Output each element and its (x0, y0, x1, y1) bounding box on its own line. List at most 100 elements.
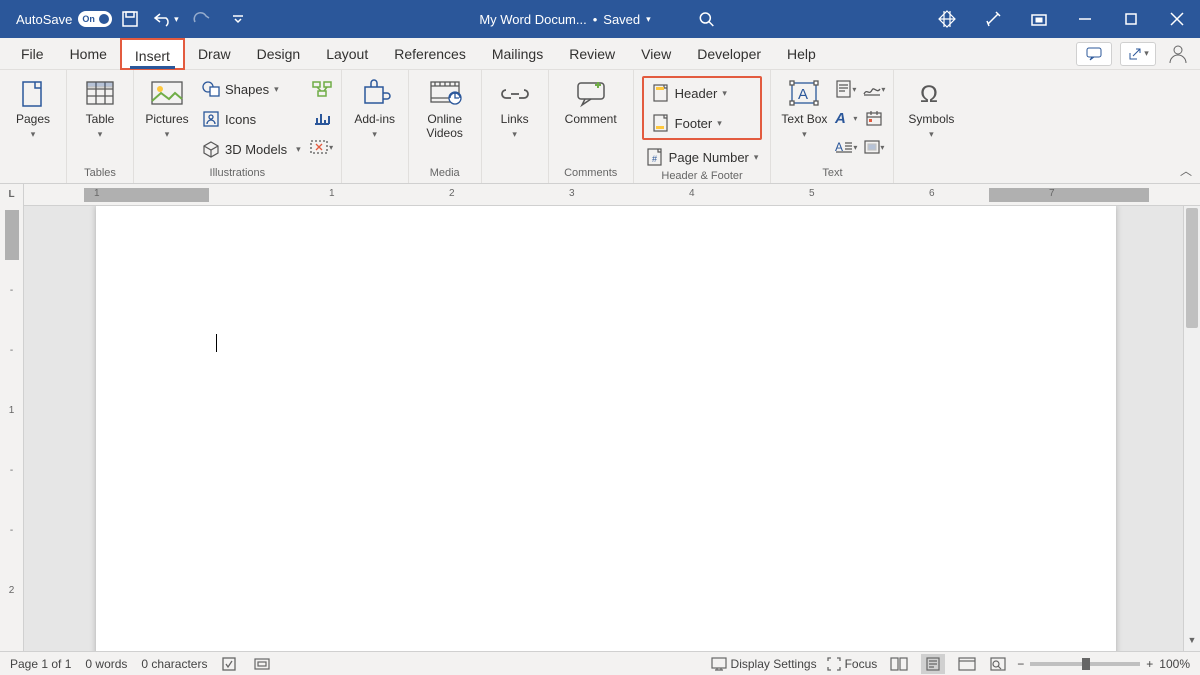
zoom-slider[interactable] (1030, 662, 1140, 666)
group-illustrations: Pictures▾ Shapes▾ Icons 3D Models▾ (134, 70, 342, 183)
spellcheck-icon[interactable] (221, 655, 239, 673)
minimize-button[interactable] (1062, 0, 1108, 38)
shapes-button[interactable]: Shapes▾ (198, 76, 305, 102)
redo-icon[interactable] (188, 5, 216, 33)
svg-text:A: A (834, 110, 846, 127)
scrollbar-thumb[interactable] (1186, 208, 1198, 328)
signature-line-button[interactable]: ▾ (863, 78, 885, 100)
group-header-footer: Header▾ Footer▾ # Page Number▾ Header & … (634, 70, 772, 183)
undo-icon[interactable]: ▾ (152, 5, 180, 33)
accessibility-icon[interactable] (253, 655, 271, 673)
group-media: Online Videos Media (409, 70, 482, 183)
status-chars[interactable]: 0 characters (141, 657, 207, 671)
read-mode-button[interactable] (887, 654, 911, 674)
group-media-label: Media (417, 167, 473, 183)
close-button[interactable] (1154, 0, 1200, 38)
footer-button[interactable]: Footer▾ (648, 110, 757, 136)
symbols-button[interactable]: Ω Symbols▾ (902, 74, 960, 167)
document-scroll-area[interactable] (24, 206, 1183, 651)
page-number-button[interactable]: # Page Number▾ (642, 144, 763, 170)
share-button[interactable]: ▾ (1120, 42, 1156, 66)
tab-mailings[interactable]: Mailings (479, 38, 556, 70)
3d-models-icon (202, 140, 220, 158)
group-text: A Text Box ▾ ▾ A▾ A▾ ▾ ▾ Text (771, 70, 894, 183)
svg-text:A: A (798, 86, 808, 103)
ruler-vertical[interactable]: - - 1 - - 2 (0, 206, 24, 651)
tab-layout[interactable]: Layout (313, 38, 381, 70)
pages-button[interactable]: Pages▾ (8, 74, 58, 167)
search-icon[interactable] (697, 9, 717, 29)
autosave-control[interactable]: AutoSave On (16, 11, 112, 27)
group-comments: Comment Comments (549, 70, 634, 183)
diamond-icon[interactable] (924, 0, 970, 38)
autosave-toggle[interactable]: On (78, 11, 112, 27)
symbols-icon: Ω (915, 78, 947, 110)
3d-models-button[interactable]: 3D Models▾ (198, 136, 305, 162)
text-box-icon: A (788, 78, 820, 110)
account-icon[interactable] (1164, 40, 1192, 68)
maximize-button[interactable] (1108, 0, 1154, 38)
addins-button[interactable]: Add-ins▾ (350, 74, 400, 167)
web-layout-button[interactable] (955, 654, 979, 674)
text-cursor (216, 334, 217, 352)
document-area: - - 1 - - 2 ▲ ▼ (0, 206, 1200, 651)
links-button[interactable]: Links▾ (490, 74, 540, 167)
scroll-down-arrow[interactable]: ▼ (1184, 635, 1200, 651)
chart-button[interactable] (311, 107, 333, 129)
status-words[interactable]: 0 words (85, 657, 127, 671)
zoom-dialog-icon[interactable] (989, 655, 1007, 673)
shapes-icon (202, 80, 220, 98)
tab-view[interactable]: View (628, 38, 684, 70)
icons-button[interactable]: Icons (198, 106, 305, 132)
qat-customize-icon[interactable] (224, 5, 252, 33)
tab-developer[interactable]: Developer (684, 38, 774, 70)
links-icon (499, 78, 531, 110)
tab-home[interactable]: Home (57, 38, 120, 70)
pictures-button[interactable]: Pictures▾ (142, 74, 192, 167)
ruler-horizontal[interactable]: L 1 1 2 3 4 5 6 7 (0, 184, 1200, 206)
tab-draw[interactable]: Draw (185, 38, 244, 70)
smartart-button[interactable] (311, 78, 333, 100)
group-addins: Add-ins▾ (342, 70, 409, 183)
tab-insert[interactable]: Insert (120, 38, 185, 70)
date-time-button[interactable] (863, 107, 885, 129)
comments-pane-button[interactable] (1076, 42, 1112, 66)
zoom-in-button[interactable]: + (1146, 657, 1153, 671)
group-illustrations-label: Illustrations (142, 167, 333, 183)
zoom-out-button[interactable]: − (1017, 657, 1024, 671)
text-box-button[interactable]: A Text Box ▾ (779, 74, 829, 167)
zoom-control: − + 100% (1017, 657, 1190, 671)
object-button[interactable]: ▾ (863, 136, 885, 158)
group-pages: Pages▾ (0, 70, 67, 183)
save-icon[interactable] (116, 5, 144, 33)
display-settings-button[interactable]: Display Settings (711, 657, 817, 671)
pen-icon[interactable] (970, 0, 1016, 38)
saved-state[interactable]: Saved (603, 12, 640, 27)
comment-button[interactable]: Comment (557, 74, 625, 167)
screenshot-button[interactable]: ▾ (311, 136, 333, 158)
collapse-ribbon-button[interactable]: ︿ (1180, 162, 1192, 179)
drop-cap-button[interactable]: A▾ (835, 136, 857, 158)
status-page[interactable]: Page 1 of 1 (10, 657, 71, 671)
tab-design[interactable]: Design (244, 38, 314, 70)
zoom-level[interactable]: 100% (1159, 657, 1190, 671)
header-button[interactable]: Header▾ (648, 80, 757, 106)
quick-parts-button[interactable]: ▾ (835, 78, 857, 100)
group-tables: Table▾ Tables (67, 70, 134, 183)
tab-review[interactable]: Review (556, 38, 628, 70)
vertical-scrollbar[interactable]: ▲ ▼ (1183, 206, 1200, 651)
wordart-button[interactable]: A▾ (835, 107, 857, 129)
focus-mode-button[interactable]: Focus (827, 657, 878, 671)
table-button[interactable]: Table▾ (75, 74, 125, 167)
status-bar: Page 1 of 1 0 words 0 characters Display… (0, 651, 1200, 675)
document-page[interactable] (96, 206, 1116, 651)
tab-file[interactable]: File (8, 38, 57, 70)
window-mode-icon[interactable] (1016, 0, 1062, 38)
group-links: Links▾ (482, 70, 549, 183)
online-videos-button[interactable]: Online Videos (417, 74, 473, 167)
tab-selector[interactable]: L (0, 184, 24, 206)
print-layout-button[interactable] (921, 654, 945, 674)
tab-help[interactable]: Help (774, 38, 829, 70)
group-text-label: Text (779, 167, 885, 183)
tab-references[interactable]: References (381, 38, 479, 70)
